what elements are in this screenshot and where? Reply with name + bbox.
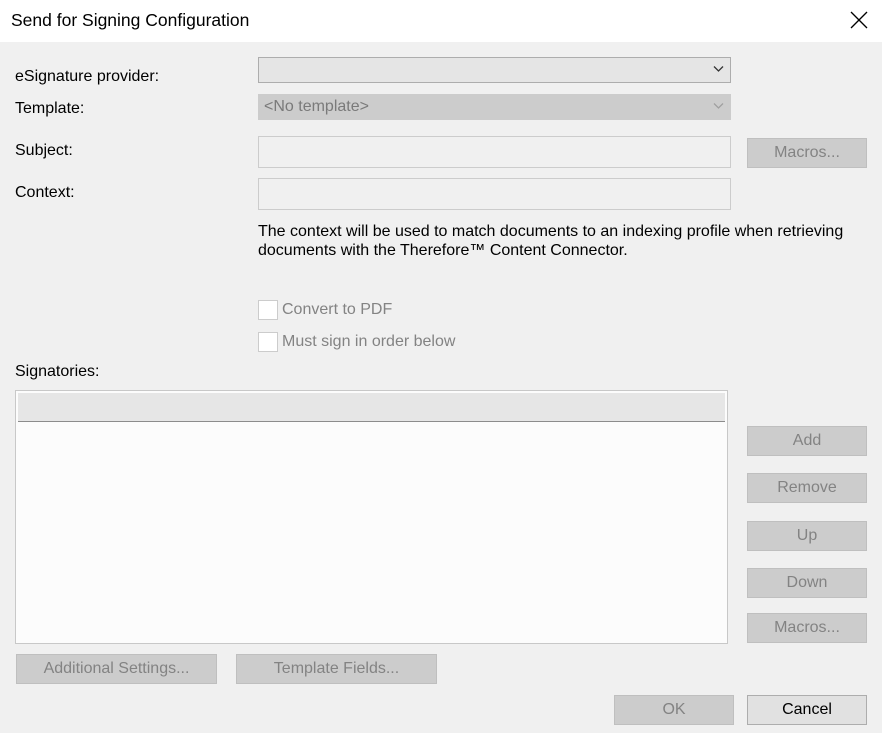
context-description: The context will be used to match docume… (258, 223, 844, 259)
subject-macros-button[interactable]: Macros... (747, 138, 867, 168)
window-title: Send for Signing Configuration (11, 10, 250, 30)
provider-dropdown[interactable] (258, 57, 731, 83)
signatories-list-header (18, 393, 725, 422)
additional-settings-button[interactable]: Additional Settings... (16, 654, 217, 684)
context-label: Context: (15, 184, 75, 201)
convert-pdf-checkbox[interactable] (258, 300, 278, 320)
up-button[interactable]: Up (747, 521, 867, 551)
provider-label: eSignature provider: (15, 68, 160, 85)
convert-pdf-label: Convert to PDF (282, 301, 393, 318)
template-value: <No template> (264, 98, 369, 115)
cancel-button[interactable]: Cancel (747, 695, 867, 725)
title-bar: Send for Signing Configuration (0, 0, 882, 42)
close-button[interactable] (843, 4, 875, 36)
close-icon (850, 11, 868, 29)
signatories-list[interactable] (15, 390, 728, 644)
context-input[interactable] (258, 178, 731, 210)
template-dropdown[interactable]: <No template> (258, 94, 731, 120)
sign-order-label: Must sign in order below (282, 333, 456, 350)
chevron-down-icon (713, 66, 724, 72)
subject-input[interactable] (258, 136, 731, 168)
template-label: Template: (15, 100, 85, 117)
signatories-macros-button[interactable]: Macros... (747, 613, 867, 643)
chevron-down-icon (713, 103, 724, 109)
ok-button[interactable]: OK (614, 695, 734, 725)
signatories-label: Signatories: (15, 363, 100, 380)
remove-button[interactable]: Remove (747, 473, 867, 503)
add-button[interactable]: Add (747, 426, 867, 456)
subject-label: Subject: (15, 142, 73, 159)
down-button[interactable]: Down (747, 568, 867, 598)
sign-order-checkbox[interactable] (258, 332, 278, 352)
template-fields-button[interactable]: Template Fields... (236, 654, 437, 684)
